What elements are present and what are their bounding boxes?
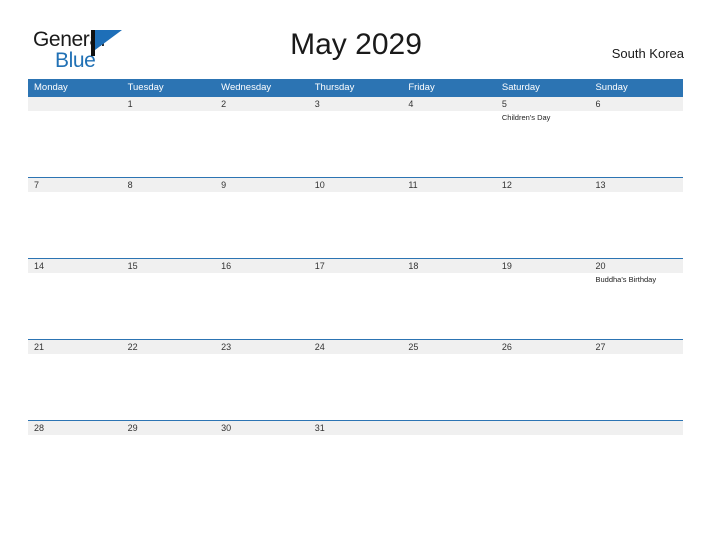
day-number[interactable]: 6 <box>589 97 683 111</box>
day-cell[interactable] <box>402 111 496 177</box>
day-number[interactable]: 14 <box>28 259 122 273</box>
day-number[interactable]: 18 <box>402 259 496 273</box>
day-header-saturday: Saturday <box>501 82 540 93</box>
day-cell[interactable] <box>589 354 683 420</box>
day-cell[interactable]: Buddha's Birthday <box>589 273 683 339</box>
day-cell[interactable] <box>309 435 403 471</box>
day-cell[interactable] <box>402 192 496 258</box>
day-cell[interactable] <box>309 192 403 258</box>
page-header: General Blue May 2029 South Korea <box>0 0 712 78</box>
day-number[interactable] <box>589 421 683 435</box>
day-number[interactable]: 7 <box>28 178 122 192</box>
day-cell[interactable] <box>496 273 590 339</box>
day-cell[interactable] <box>309 273 403 339</box>
day-cell[interactable]: Children's Day <box>496 111 590 177</box>
day-cell[interactable] <box>28 111 122 177</box>
day-of-week-header-row: Monday Tuesday Wednesday Thursday Friday… <box>28 79 683 96</box>
week-event-band <box>28 192 683 258</box>
day-number[interactable]: 20 <box>589 259 683 273</box>
week-date-band: 14 15 16 17 18 19 20 <box>28 258 683 273</box>
day-cell[interactable] <box>122 354 216 420</box>
day-cell[interactable] <box>589 111 683 177</box>
day-cell[interactable] <box>122 435 216 471</box>
day-header-tuesday: Tuesday <box>127 82 164 93</box>
day-number[interactable]: 22 <box>122 340 216 354</box>
day-number[interactable]: 24 <box>309 340 403 354</box>
day-cell[interactable] <box>122 192 216 258</box>
day-number[interactable]: 26 <box>496 340 590 354</box>
day-cell[interactable] <box>122 273 216 339</box>
page-title: May 2029 <box>290 28 422 61</box>
calendar-week-row: 7 8 9 10 11 12 13 <box>28 177 683 258</box>
day-number[interactable]: 25 <box>402 340 496 354</box>
day-number[interactable]: 16 <box>215 259 309 273</box>
day-cell[interactable] <box>122 111 216 177</box>
day-cell[interactable] <box>402 435 496 471</box>
day-number[interactable]: 5 <box>496 97 590 111</box>
day-cell[interactable] <box>215 435 309 471</box>
event-label: Buddha's Birthday <box>595 275 657 284</box>
day-number[interactable]: 3 <box>309 97 403 111</box>
day-header-thursday: Thursday <box>314 82 355 93</box>
day-cell[interactable] <box>589 435 683 471</box>
week-event-band: Children's Day <box>28 111 683 177</box>
day-number[interactable]: 8 <box>122 178 216 192</box>
day-number[interactable]: 9 <box>215 178 309 192</box>
calendar-grid: Monday Tuesday Wednesday Thursday Friday… <box>28 79 683 471</box>
day-cell[interactable] <box>402 273 496 339</box>
day-number[interactable]: 13 <box>589 178 683 192</box>
day-number[interactable]: 31 <box>309 421 403 435</box>
day-cell[interactable] <box>215 111 309 177</box>
day-cell[interactable] <box>28 273 122 339</box>
day-number[interactable]: 12 <box>496 178 590 192</box>
day-cell[interactable] <box>589 192 683 258</box>
calendar-week-row: 14 15 16 17 18 19 20 Buddha's Birthday <box>28 258 683 339</box>
day-cell[interactable] <box>215 273 309 339</box>
week-event-band <box>28 435 683 471</box>
week-date-band: 21 22 23 24 25 26 27 <box>28 339 683 354</box>
day-number[interactable]: 29 <box>122 421 216 435</box>
day-number[interactable]: 21 <box>28 340 122 354</box>
day-number[interactable]: 28 <box>28 421 122 435</box>
day-cell[interactable] <box>496 354 590 420</box>
day-number[interactable]: 2 <box>215 97 309 111</box>
day-cell[interactable] <box>28 354 122 420</box>
day-cell[interactable] <box>496 435 590 471</box>
calendar-week-row: 21 22 23 24 25 26 27 <box>28 339 683 420</box>
day-header-friday: Friday <box>408 82 435 93</box>
day-cell[interactable] <box>309 111 403 177</box>
day-number[interactable] <box>402 421 496 435</box>
day-number[interactable]: 4 <box>402 97 496 111</box>
day-number[interactable]: 11 <box>402 178 496 192</box>
event-label: Children's Day <box>501 113 551 122</box>
day-number[interactable]: 15 <box>122 259 216 273</box>
day-cell[interactable] <box>496 192 590 258</box>
day-cell[interactable] <box>215 354 309 420</box>
day-cell[interactable] <box>28 192 122 258</box>
day-cell[interactable] <box>402 354 496 420</box>
region-label: South Korea <box>611 46 684 61</box>
day-number[interactable]: 27 <box>589 340 683 354</box>
day-number[interactable]: 30 <box>215 421 309 435</box>
day-cell[interactable] <box>215 192 309 258</box>
day-number[interactable] <box>496 421 590 435</box>
day-number[interactable]: 17 <box>309 259 403 273</box>
day-number[interactable]: 23 <box>215 340 309 354</box>
week-date-band: 7 8 9 10 11 12 13 <box>28 177 683 192</box>
calendar-week-row: 1 2 3 4 5 6 Children's Day <box>28 96 683 177</box>
day-cell[interactable] <box>28 435 122 471</box>
day-header-sunday: Sunday <box>595 82 628 93</box>
week-event-band <box>28 354 683 420</box>
day-header-wednesday: Wednesday <box>221 82 272 93</box>
week-event-band: Buddha's Birthday <box>28 273 683 339</box>
day-number[interactable]: 10 <box>309 178 403 192</box>
calendar-week-row: 28 29 30 31 <box>28 420 683 471</box>
day-header-monday: Monday <box>34 82 68 93</box>
day-number[interactable] <box>28 97 122 111</box>
week-date-band: 1 2 3 4 5 6 <box>28 96 683 111</box>
day-cell[interactable] <box>309 354 403 420</box>
week-date-band: 28 29 30 31 <box>28 420 683 435</box>
day-number[interactable]: 19 <box>496 259 590 273</box>
day-number[interactable]: 1 <box>122 97 216 111</box>
